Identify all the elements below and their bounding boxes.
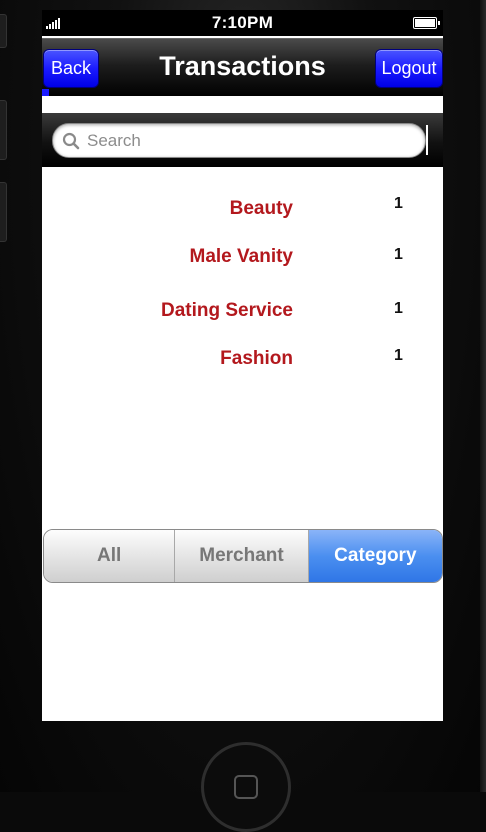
category-name: Dating Service [161, 300, 293, 321]
volume-up-button [0, 100, 7, 160]
category-count: 1 [394, 246, 403, 263]
nav-indicator [42, 89, 49, 96]
category-count: 1 [394, 195, 403, 212]
phone-frame: 7:10PM Back Transactions Logout Beauty [0, 0, 486, 832]
search-input[interactable] [85, 125, 419, 156]
filter-segmented-control: All Merchant Category [43, 529, 443, 583]
home-icon [234, 775, 258, 799]
segment-merchant[interactable]: Merchant [175, 530, 309, 582]
segment-category[interactable]: Category [308, 530, 442, 582]
search-icon [62, 132, 80, 150]
logout-button[interactable]: Logout [375, 49, 443, 88]
segment-all[interactable]: All [44, 530, 176, 582]
home-button[interactable] [201, 742, 291, 832]
divider [42, 96, 443, 98]
status-bar: 7:10PM [42, 10, 443, 36]
screen: 7:10PM Back Transactions Logout Beauty [42, 10, 443, 721]
divider [426, 125, 428, 155]
category-count: 1 [394, 300, 403, 317]
phone-edge [480, 0, 486, 792]
search-field[interactable] [52, 123, 426, 158]
category-name: Male Vanity [189, 246, 294, 267]
volume-down-button [0, 182, 7, 242]
category-name: Fashion [220, 348, 293, 369]
navigation-bar: Back Transactions Logout [42, 38, 443, 97]
category-name: Beauty [229, 198, 293, 219]
battery-icon [413, 17, 440, 29]
category-count: 1 [394, 347, 403, 364]
search-bar [42, 113, 443, 167]
status-time: 7:10PM [211, 13, 274, 32]
mute-switch [0, 14, 7, 48]
